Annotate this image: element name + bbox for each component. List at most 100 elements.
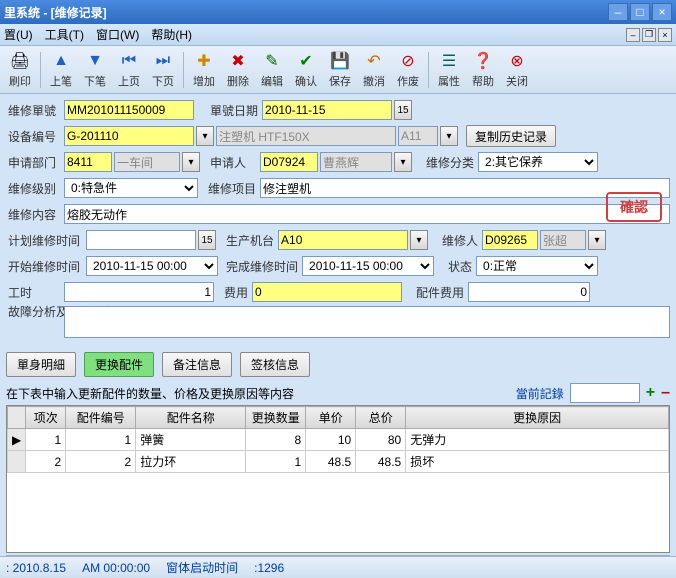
col-seq[interactable]: 项次 (26, 407, 66, 429)
add-row-button[interactable]: + (646, 384, 655, 402)
equip-dropdown[interactable]: ▾ (440, 126, 458, 146)
undo-icon: ↶ (364, 51, 384, 71)
col-price[interactable]: 单价 (306, 407, 356, 429)
tb-next-rec[interactable]: ▼下笔 (79, 48, 111, 92)
maintlevel-label: 维修级别 (6, 180, 62, 197)
maintclass-select[interactable]: 2:其它保养 (478, 152, 598, 172)
plantime-input[interactable] (86, 230, 196, 250)
maintcontent-label: 维修内容 (6, 206, 62, 223)
equipno-label: 设备编号 (6, 128, 62, 145)
tb-props[interactable]: ☰属性 (433, 48, 465, 92)
col-partno[interactable]: 配件编号 (66, 407, 136, 429)
form-area: 確認 维修單號 單號日期 15 设备编号 ▾ ▾ 复制历史记录 申请部门 ▾ 申… (0, 94, 676, 348)
starttime-input[interactable]: 2010-11-15 00:00 (86, 256, 218, 276)
tab-parts[interactable]: 更换配件 (84, 352, 154, 377)
tb-prev-rec[interactable]: ▲上笔 (45, 48, 77, 92)
equipdesc-field (216, 126, 396, 146)
tb-delete[interactable]: ✖删除 (222, 48, 254, 92)
equipno-input[interactable] (64, 126, 194, 146)
col-total[interactable]: 总价 (356, 407, 406, 429)
remove-row-button[interactable]: – (661, 384, 670, 402)
prodstation-input[interactable] (278, 230, 408, 250)
tb-prev-page[interactable]: ⏮上页 (113, 48, 145, 92)
applydept-code[interactable] (64, 152, 112, 172)
col-qty[interactable]: 更换数量 (246, 407, 306, 429)
mdi-restore[interactable]: ❐ (642, 28, 656, 42)
col-reason[interactable]: 更换原因 (406, 407, 669, 429)
prodstation-lookup[interactable]: ▾ (410, 230, 428, 250)
close-icon: ⊗ (507, 51, 527, 71)
mdi-close[interactable]: × (658, 28, 672, 42)
tb-void[interactable]: ⊘作废 (392, 48, 424, 92)
minimize-button[interactable]: – (608, 3, 628, 21)
hours-label: 工时 (6, 284, 62, 301)
applicant-code[interactable] (260, 152, 318, 172)
col-partname[interactable]: 配件名称 (136, 407, 246, 429)
tb-save[interactable]: 💾保存 (324, 48, 356, 92)
mdi-minimize[interactable]: – (626, 28, 640, 42)
save-icon: 💾 (330, 51, 350, 71)
window-title: 里系统 - [维修记录] (4, 4, 107, 21)
confirm-stamp: 確認 (606, 192, 662, 222)
date-picker-button[interactable]: 15 (394, 100, 412, 120)
maximize-button[interactable]: □ (630, 3, 650, 21)
docdate-label: 單號日期 (208, 102, 260, 119)
void-icon: ⊘ (398, 51, 418, 71)
tabbar: 單身明細 更换配件 备注信息 签核信息 (0, 348, 676, 381)
tb-edit[interactable]: ✎编辑 (256, 48, 288, 92)
tb-print[interactable]: 🖨刷印 (4, 48, 36, 92)
current-record-field[interactable] (570, 383, 640, 403)
partcost-input[interactable] (468, 282, 590, 302)
tab-detail[interactable]: 單身明細 (6, 352, 76, 377)
menubar: 置(U) 工具(T) 窗口(W) 帮助(H) – ❐ × (0, 24, 676, 46)
prev-page-icon: ⏮ (119, 51, 139, 71)
status-launch-label: 窗体启动时间 (166, 559, 238, 576)
subgrid-hint: 在下表中输入更新配件的数量、价格及更换原因等内容 (6, 385, 294, 402)
finishtime-input[interactable]: 2010-11-15 00:00 (302, 256, 434, 276)
plantime-picker[interactable]: 15 (198, 230, 216, 250)
docno-input[interactable] (64, 100, 194, 120)
next-page-icon: ⏭ (153, 51, 173, 71)
menu-tools[interactable]: 工具(T) (45, 26, 84, 43)
repairer-code[interactable] (482, 230, 538, 250)
copy-history-button[interactable]: 复制历史记录 (466, 125, 556, 147)
repairer-lookup[interactable]: ▾ (588, 230, 606, 250)
tb-close[interactable]: ⊗关闭 (501, 48, 533, 92)
tb-help[interactable]: ❓帮助 (467, 48, 499, 92)
menu-window[interactable]: 窗口(W) (96, 26, 139, 43)
status-select[interactable]: 0:正常 (476, 256, 598, 276)
hours-input[interactable] (64, 282, 214, 302)
tab-approval[interactable]: 签核信息 (240, 352, 310, 377)
prodstation-label: 生产机台 (224, 232, 276, 249)
applicant-lookup[interactable]: ▾ (394, 152, 412, 172)
close-button[interactable]: × (652, 3, 672, 21)
tab-remarks[interactable]: 备注信息 (162, 352, 232, 377)
fault-textarea[interactable] (64, 306, 670, 338)
table-row[interactable]: 2 2 拉力环 1 48.5 48.5 损坏 (8, 451, 669, 473)
status-time: AM 00:00:00 (82, 561, 150, 575)
subgrid-info: 在下表中输入更新配件的数量、价格及更换原因等内容 當前記錄 + – (0, 381, 676, 405)
cost-input[interactable] (252, 282, 402, 302)
docdate-input[interactable] (262, 100, 392, 120)
applydept-label: 申请部门 (6, 154, 62, 171)
tb-confirm[interactable]: ✔确认 (290, 48, 322, 92)
equipdept-field (398, 126, 438, 146)
equipno-lookup[interactable]: ▾ (196, 126, 214, 146)
tb-undo[interactable]: ↶撤消 (358, 48, 390, 92)
up-arrow-icon: ▲ (51, 51, 71, 71)
applydept-lookup[interactable]: ▾ (182, 152, 200, 172)
table-row[interactable]: ▶ 1 1 弹簧 8 10 80 无弹力 (8, 429, 669, 451)
tb-add[interactable]: ✚增加 (188, 48, 220, 92)
maintclass-label: 维修分类 (424, 154, 476, 171)
statusbar: : 2010.8.15 AM 00:00:00 窗体启动时间 :1296 (0, 556, 676, 578)
toolbar: 🖨刷印 ▲上笔 ▼下笔 ⏮上页 ⏭下页 ✚增加 ✖删除 ✎编辑 ✔确认 💾保存 … (0, 46, 676, 94)
parts-grid[interactable]: 项次 配件编号 配件名称 更换数量 单价 总价 更换原因 ▶ 1 1 弹簧 8 … (6, 405, 670, 553)
repairer-name (540, 230, 586, 250)
menu-help[interactable]: 帮助(H) (151, 26, 192, 43)
tb-next-page[interactable]: ⏭下页 (147, 48, 179, 92)
window-buttons: – □ × (608, 3, 672, 21)
maintcontent-input[interactable] (64, 204, 670, 224)
help-icon: ❓ (473, 51, 493, 71)
maintlevel-select[interactable]: 0:特急件 (64, 178, 198, 198)
menu-settings[interactable]: 置(U) (4, 26, 33, 43)
